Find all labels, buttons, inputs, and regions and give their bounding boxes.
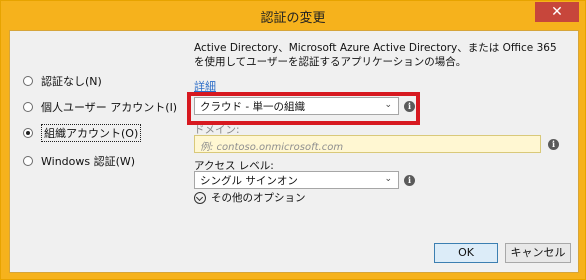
description-text: Active Directory、Microsoft Azure Active … (194, 42, 557, 68)
option-label: 組織アカウント(O) (41, 124, 142, 142)
radio-button[interactable] (23, 102, 33, 112)
domain-placeholder: 例: contoso.onmicrosoft.com (200, 142, 344, 153)
expand-chevron-icon[interactable] (194, 191, 206, 204)
option-individual-accounts[interactable]: 個人ユーザー アカウント(I) (23, 97, 177, 117)
option-label: Windows 認証(W) (41, 155, 136, 168)
access-level-value: シングル サインオン (200, 175, 298, 187)
option-no-auth[interactable]: 認証なし(N) (23, 71, 102, 91)
radio-button[interactable] (23, 76, 33, 86)
more-options-label: その他のオプション (211, 192, 306, 204)
cancel-button[interactable]: キャンセル (505, 243, 571, 263)
more-options-toggle[interactable]: その他のオプション (194, 190, 306, 205)
domain-input[interactable]: 例: contoso.onmicrosoft.com (194, 135, 541, 153)
radio-button[interactable] (23, 156, 33, 166)
option-org-accounts[interactable]: 組織アカウント(O) (23, 123, 142, 143)
radio-button-selected[interactable] (23, 128, 33, 138)
option-windows-auth[interactable]: Windows 認証(W) (23, 151, 135, 171)
chevron-down-icon: ⌄ (384, 174, 392, 184)
access-level-select[interactable]: シングル サインオン ⌄ (194, 171, 399, 189)
dialog-title: 認証の変更 (260, 11, 326, 26)
ok-button[interactable]: OK (434, 243, 498, 263)
option-label: 個人ユーザー アカウント(I) (41, 101, 178, 114)
title-bar[interactable]: 認証の変更 ✕ (1, 1, 585, 29)
info-icon[interactable]: i (548, 139, 559, 150)
info-icon[interactable]: i (404, 175, 415, 186)
dialog-window: 認証の変更 ✕ 認証なし(N) 個人ユーザー アカウント(I) 組織アカウント(… (0, 0, 586, 280)
highlight-box (187, 92, 420, 125)
option-label: 認証なし(N) (41, 75, 102, 88)
close-button[interactable]: ✕ (535, 2, 579, 22)
